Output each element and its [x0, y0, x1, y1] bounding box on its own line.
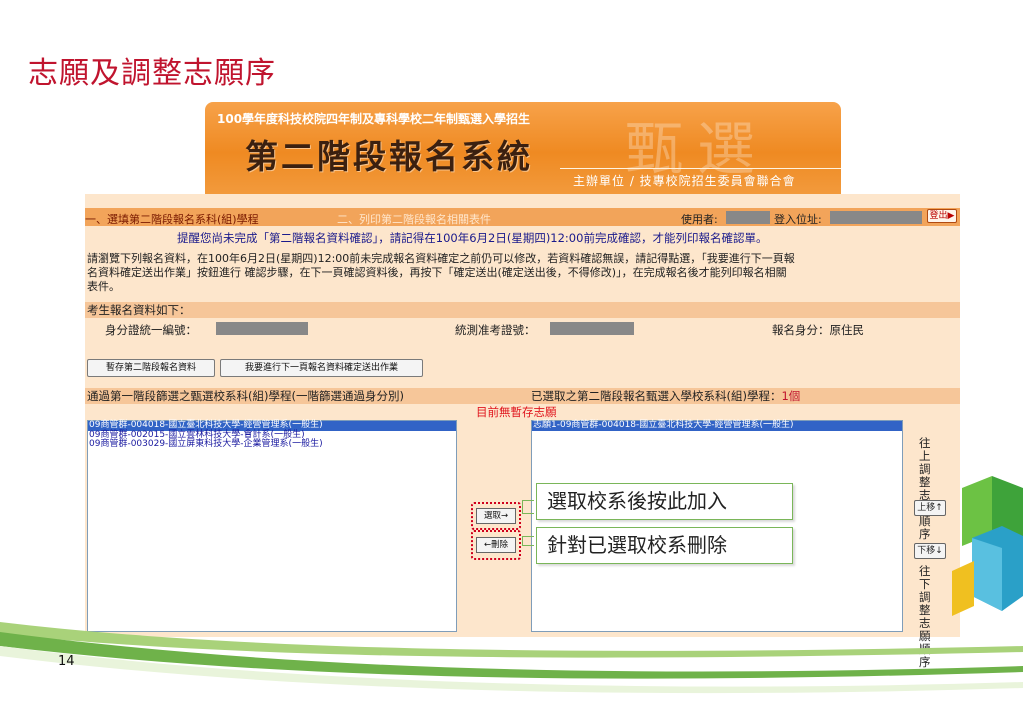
- nav-step-1[interactable]: 一、選填第二階段報名系科(組)學程: [85, 211, 259, 227]
- callout-connector: [522, 536, 534, 546]
- save-draft-button[interactable]: 暫存第二階段報名資料: [87, 359, 215, 377]
- cube-decoration-icon: [952, 476, 1023, 616]
- selected-list-header-label: 已選取之第二階段報名甄選入學校系科(組)學程：: [531, 389, 782, 403]
- nav-step-2[interactable]: 二、列印第二階段報名相關表件: [337, 211, 491, 227]
- registration-panel: 一、選填第二階段報名系科(組)學程 二、列印第二階段報名相關表件 使用者: 登入…: [85, 194, 960, 669]
- reminder-text: 提醒您尚未完成「第二階報名資料確認」，請記得在100年6月2日(星期四)12:0…: [177, 231, 768, 245]
- no-saved-preference-note: 目前無暫存志願: [476, 405, 557, 419]
- available-list-header: 通過第一階段篩選之甄選校系科(組)學程(一階篩選通過身分別): [87, 389, 404, 403]
- bottom-swoosh-decoration: [0, 622, 1023, 708]
- applicant-section-title: 考生報名資料如下：: [85, 302, 960, 318]
- user-label: 使用者:: [681, 213, 718, 226]
- registration-identity: 報名身分：原住民: [772, 323, 864, 337]
- banner-divider: [560, 168, 841, 169]
- available-departments-list[interactable]: 09商管群-004018-國立臺北科技大學-經營管理系(一般生) 09商管群-00…: [87, 420, 457, 632]
- move-up-button[interactable]: 上移↑: [914, 500, 946, 516]
- page-number: 14: [58, 654, 75, 669]
- logout-label: 登出: [929, 211, 948, 221]
- next-page-button[interactable]: 我要進行下一頁報名資料確定送出作業: [220, 359, 423, 377]
- logout-button[interactable]: 登出▶: [927, 209, 957, 223]
- banner-title: 第二階段報名系統: [245, 137, 533, 176]
- move-down-button[interactable]: 下移↓: [914, 543, 946, 559]
- arrow-right-icon: ▶: [947, 211, 955, 221]
- instruction-line: 表件。: [87, 280, 120, 293]
- exam-number-redacted: [550, 322, 634, 335]
- user-redacted: [726, 211, 770, 224]
- delete-button[interactable]: ←刪除: [476, 537, 516, 553]
- id-number-redacted: [216, 322, 308, 335]
- callout-connector: [522, 500, 534, 514]
- callout-delete: 針對已選取校系刪除: [536, 527, 793, 564]
- instructions: 請瀏覽下列報名資料，在100年6月2日(星期四)12:00前未完成報名資料確定之…: [85, 252, 960, 294]
- slide-title: 志願及調整志願序: [28, 56, 276, 91]
- selected-departments-list[interactable]: 志願1-09商管群-004018-國立臺北科技大學-經營管理系(一般生): [531, 420, 903, 632]
- column-headers: 通過第一階段篩選之甄選校系科(組)學程(一階篩選通過身分別) 已選取之第二階段報…: [85, 388, 960, 404]
- banner-subtitle: 100學年度科技校院四年制及專科學校二年制甄選入學招生: [217, 112, 531, 126]
- instruction-line: 請瀏覽下列報名資料，在100年6月2日(星期四)12:00前未完成報名資料確定之…: [87, 252, 795, 265]
- callout-select: 選取校系後按此加入: [536, 483, 793, 520]
- select-button[interactable]: 選取→: [476, 508, 516, 524]
- banner-organizer: 主辦單位 / 技專校院招生委員會聯合會: [573, 174, 796, 188]
- applicant-info-row: 身分證統一編號： 統測准考證號： 報名身分：原住民: [85, 318, 960, 340]
- instruction-line: 名資料確定送出作業」按鈕進行 確認步驟，在下一頁確認資料後，再按下「確定送出(確…: [87, 266, 787, 279]
- step-nav-bar: 一、選填第二階段報名系科(組)學程 二、列印第二階段報名相關表件 使用者: 登入…: [85, 208, 960, 226]
- login-ip-redacted: [830, 211, 922, 224]
- system-banner: 甄選 100學年度科技校院四年制及專科學校二年制甄選入學招生 第二階段報名系統 …: [205, 102, 841, 194]
- list-item[interactable]: 志願1-09商管群-004018-國立臺北科技大學-經營管理系(一般生): [532, 420, 902, 431]
- login-ip-label: 登入位址:: [774, 213, 822, 226]
- list-item[interactable]: 09商管群-003029-國立屏東科技大學-企業管理系(一般生): [88, 439, 456, 450]
- id-number-label: 身分證統一編號：: [105, 323, 197, 337]
- selected-count: 1個: [781, 389, 801, 403]
- exam-number-label: 統測准考證號：: [455, 323, 536, 337]
- selected-list-header: 已選取之第二階段報名甄選入學校系科(組)學程：1個: [531, 388, 800, 404]
- move-up-hint: 往上調整志願順序: [919, 436, 931, 541]
